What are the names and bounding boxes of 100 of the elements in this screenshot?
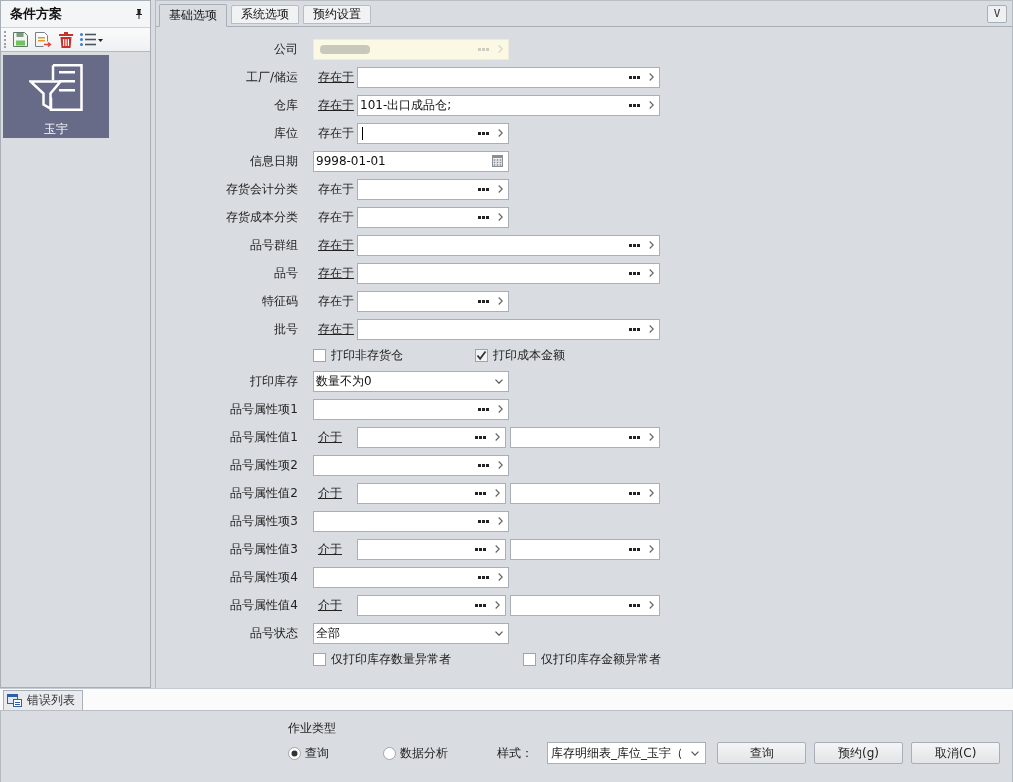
more-icon[interactable] xyxy=(629,603,640,607)
chevron-right-icon[interactable] xyxy=(649,101,654,109)
chevron-right-icon[interactable] xyxy=(498,461,503,469)
operator-link[interactable]: 介于 xyxy=(318,484,342,502)
scheme-tile[interactable]: 玉宇 xyxy=(3,55,109,138)
chevron-right-icon[interactable] xyxy=(649,489,654,497)
more-icon[interactable] xyxy=(475,603,486,607)
chevron-down-icon[interactable] xyxy=(495,630,503,636)
more-icon[interactable] xyxy=(629,491,640,495)
lookup-field[interactable] xyxy=(357,318,660,340)
collapse-button[interactable]: V xyxy=(987,4,1007,23)
radio-button[interactable] xyxy=(288,746,301,760)
lookup-field[interactable] xyxy=(357,482,506,504)
chevron-right-icon[interactable] xyxy=(649,73,654,81)
more-icon[interactable] xyxy=(629,103,640,107)
chevron-down-icon[interactable] xyxy=(495,378,503,384)
action-button[interactable]: 取消(C) xyxy=(911,742,1000,764)
lookup-field[interactable] xyxy=(357,594,506,616)
operator-link[interactable]: 存在于 xyxy=(318,264,354,282)
chevron-down-icon[interactable] xyxy=(691,750,699,756)
lookup-field[interactable] xyxy=(510,594,660,616)
tab[interactable]: 系统选项 xyxy=(231,5,299,24)
chevron-right-icon[interactable] xyxy=(649,325,654,333)
chevron-right-icon[interactable] xyxy=(495,601,500,609)
chevron-right-icon[interactable] xyxy=(649,241,654,249)
chevron-right-icon[interactable] xyxy=(498,573,503,581)
trash-icon[interactable] xyxy=(59,31,73,48)
tab[interactable]: 基础选项 xyxy=(159,4,227,27)
lookup-field[interactable] xyxy=(357,426,506,448)
more-icon[interactable] xyxy=(475,491,486,495)
lookup-field[interactable] xyxy=(357,538,506,560)
more-icon[interactable] xyxy=(629,327,640,331)
checkbox[interactable] xyxy=(523,652,536,666)
style-dropdown[interactable]: 库存明细表_库位_玉宇（ xyxy=(547,742,706,764)
operator-link[interactable]: 存在于 xyxy=(318,236,354,254)
more-icon[interactable] xyxy=(478,575,489,579)
more-icon[interactable] xyxy=(629,547,640,551)
chevron-right-icon[interactable] xyxy=(649,545,654,553)
lookup-field[interactable] xyxy=(357,290,509,312)
checkbox[interactable] xyxy=(313,652,326,666)
date-field[interactable]: 9998-01-01 xyxy=(313,150,509,172)
lookup-field[interactable] xyxy=(357,66,660,88)
more-icon[interactable] xyxy=(629,243,640,247)
action-button[interactable]: 预约(g) xyxy=(814,742,903,764)
chevron-right-icon[interactable] xyxy=(498,405,503,413)
more-icon[interactable] xyxy=(629,271,640,275)
more-icon[interactable] xyxy=(478,299,489,303)
lookup-field[interactable] xyxy=(357,206,509,228)
lookup-field[interactable] xyxy=(313,510,509,532)
chevron-right-icon[interactable] xyxy=(498,297,503,305)
more-icon[interactable] xyxy=(478,519,489,523)
radio-button[interactable] xyxy=(383,746,396,760)
lookup-field[interactable] xyxy=(357,234,660,256)
chevron-right-icon[interactable] xyxy=(495,545,500,553)
chevron-right-icon[interactable] xyxy=(495,489,500,497)
lookup-field[interactable] xyxy=(313,566,509,588)
operator-link[interactable]: 介于 xyxy=(318,596,342,614)
calendar-icon[interactable] xyxy=(492,155,503,167)
operator-link[interactable]: 介于 xyxy=(318,540,342,558)
lookup-field[interactable] xyxy=(357,262,660,284)
more-icon[interactable] xyxy=(478,215,489,219)
more-icon[interactable] xyxy=(478,187,489,191)
error-list-tab[interactable]: 错误列表 xyxy=(3,690,83,710)
chevron-right-icon[interactable] xyxy=(649,269,654,277)
chevron-right-icon[interactable] xyxy=(498,213,503,221)
chevron-right-icon[interactable] xyxy=(498,129,503,137)
more-icon[interactable] xyxy=(478,463,489,467)
more-icon[interactable] xyxy=(475,547,486,551)
chevron-right-icon[interactable] xyxy=(498,517,503,525)
operator-link[interactable]: 存在于 xyxy=(318,96,354,114)
checkbox[interactable] xyxy=(475,348,488,362)
checkbox[interactable] xyxy=(313,348,326,362)
more-icon[interactable] xyxy=(629,435,640,439)
dropdown-field[interactable]: 数量不为0 xyxy=(313,370,509,392)
more-icon[interactable] xyxy=(478,131,489,135)
more-icon[interactable] xyxy=(478,407,489,411)
operator-link[interactable]: 介于 xyxy=(318,428,342,446)
chevron-right-icon[interactable] xyxy=(495,433,500,441)
chevron-right-icon[interactable] xyxy=(649,601,654,609)
save-as-icon[interactable] xyxy=(35,31,52,48)
lookup-field[interactable]: 101-出口成品仓; xyxy=(357,94,660,116)
lookup-field[interactable] xyxy=(313,454,509,476)
lookup-field[interactable] xyxy=(510,538,660,560)
list-menu-icon[interactable] xyxy=(80,32,103,47)
pin-icon[interactable] xyxy=(135,9,143,19)
tab[interactable]: 预约设置 xyxy=(303,5,371,24)
chevron-right-icon[interactable] xyxy=(498,185,503,193)
chevron-right-icon[interactable] xyxy=(649,433,654,441)
operator-link[interactable]: 存在于 xyxy=(318,68,354,86)
lookup-field[interactable] xyxy=(313,398,509,420)
operator-link[interactable]: 存在于 xyxy=(318,320,354,338)
action-button[interactable]: 查询 xyxy=(717,742,806,764)
save-icon[interactable] xyxy=(13,32,28,47)
lookup-field[interactable] xyxy=(357,122,509,144)
lookup-field[interactable] xyxy=(510,426,660,448)
more-icon[interactable] xyxy=(475,435,486,439)
lookup-field[interactable] xyxy=(357,178,509,200)
dropdown-field[interactable]: 全部 xyxy=(313,622,509,644)
lookup-field[interactable] xyxy=(510,482,660,504)
more-icon[interactable] xyxy=(629,75,640,79)
